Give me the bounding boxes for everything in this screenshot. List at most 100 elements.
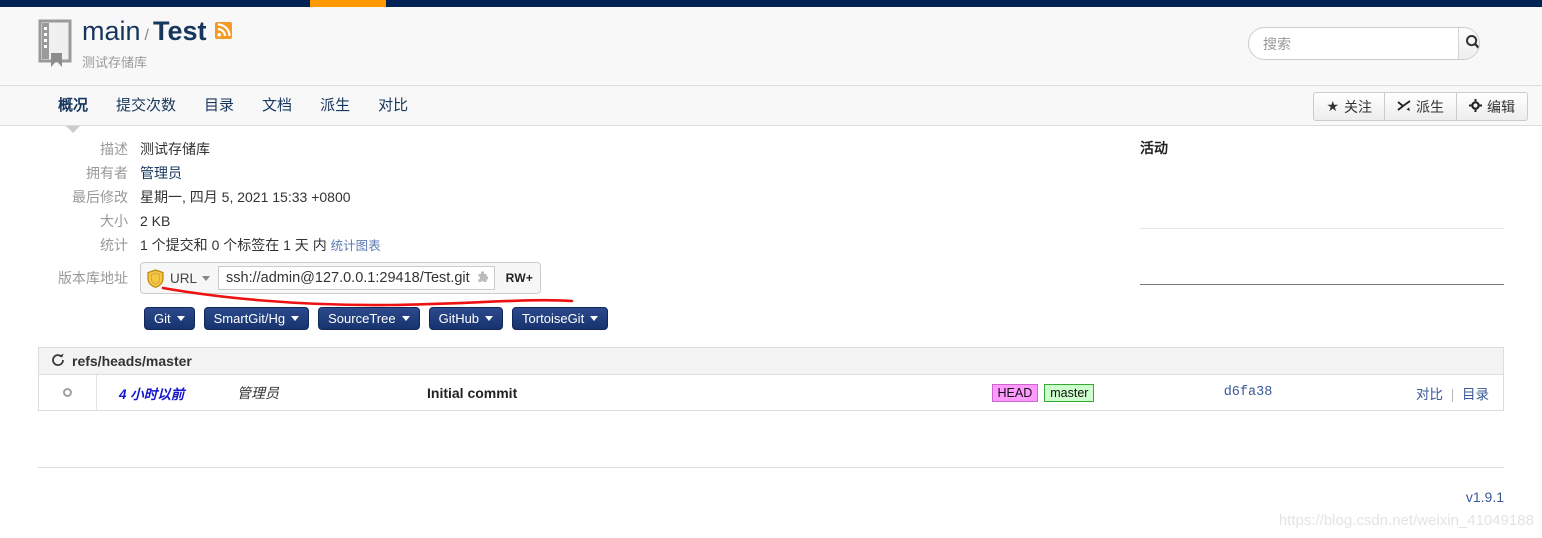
commit-message[interactable]: Initial commit — [417, 385, 943, 401]
status-badge-branch[interactable]: master — [1044, 383, 1095, 402]
commit-table-branch-ref: refs/heads/master — [72, 353, 192, 369]
commit-author: 管理员 — [237, 384, 279, 401]
client-button-git-label: Git — [154, 311, 171, 326]
info-value-owner[interactable]: 管理员 — [140, 162, 182, 184]
url-protocol-label: URL — [170, 270, 198, 286]
tab-docs[interactable]: 文档 — [248, 86, 306, 126]
tab-tree[interactable]: 目录 — [190, 86, 248, 126]
client-button-smartgit[interactable]: SmartGit/Hg — [203, 307, 310, 330]
info-label-size: 大小 — [100, 213, 128, 229]
client-button-smartgit-label: SmartGit/Hg — [213, 311, 286, 326]
info-value-description: 测试存储库 — [140, 141, 210, 157]
info-label-last-change: 最后修改 — [72, 189, 128, 205]
commit-diff-link[interactable]: 对比 — [1416, 387, 1443, 402]
chevron-down-icon — [401, 316, 410, 321]
commit-tree-link[interactable]: 目录 — [1462, 387, 1489, 402]
app-version-link[interactable]: v1.9.1 — [1466, 489, 1504, 505]
client-button-sourcetree-label: SourceTree — [328, 311, 396, 326]
url-text-value[interactable]: ssh://admin@127.0.0.1:29418/Test.git — [226, 270, 470, 286]
page-header: main / Test 测试存储库 — [0, 7, 1542, 85]
fork-button[interactable]: 派生 — [1385, 92, 1457, 121]
commit-table-header: refs/heads/master — [39, 348, 1503, 375]
navigation-bar: 概况 提交次数 目录 文档 派生 对比 ★ 关注 派生 编辑 — [0, 85, 1542, 133]
repository-info-table: 描述 测试存储库 拥有者 管理员 最后修改 星期一, 四月 5, 2021 15… — [0, 138, 700, 259]
info-row-description: 描述 测试存储库 — [0, 138, 700, 160]
search-icon — [1465, 34, 1479, 53]
activity-panel-title: 活动 — [1140, 140, 1168, 156]
tab-list: 概况 提交次数 目录 文档 派生 对比 — [44, 86, 422, 133]
info-label-description: 描述 — [100, 141, 128, 157]
url-input-group: URL ssh://admin@127.0.0.1:29418/Test.git… — [140, 262, 542, 294]
repo-title-block: main / Test 测试存储库 — [82, 16, 232, 71]
link-separator: | — [1450, 386, 1455, 402]
info-label-stats: 统计 — [100, 237, 128, 253]
repository-book-icon — [38, 19, 72, 69]
git-client-buttons: Git SmartGit/Hg SourceTree GitHub Tortoi… — [144, 307, 609, 330]
table-row[interactable]: 4 小时以前 管理员 Initial commit HEAD master d6… — [39, 375, 1503, 410]
breadcrumb-separator: / — [144, 27, 149, 44]
footer-divider — [38, 467, 1504, 468]
url-row-label: 版本库地址 — [58, 270, 128, 286]
watermark-text: https://blog.csdn.net/weixin_41049188 — [1278, 512, 1534, 529]
tab-compare[interactable]: 对比 — [364, 86, 422, 126]
fork-icon — [1397, 99, 1411, 115]
info-value-last-change: 星期一, 四月 5, 2021 15:33 +0800 — [140, 189, 351, 205]
stats-text: 1 个提交和 0 个标签在 1 天 内 — [140, 237, 327, 253]
activity-panel: 活动 — [1140, 138, 1504, 285]
activity-divider-light — [1140, 228, 1504, 229]
watch-button-label: 关注 — [1344, 98, 1372, 115]
client-button-tortoisegit-label: TortoiseGit — [522, 311, 585, 326]
repo-description-subtitle: 测试存储库 — [82, 55, 148, 70]
info-row-last-change: 最后修改 星期一, 四月 5, 2021 15:33 +0800 — [0, 186, 700, 208]
star-icon: ★ — [1326, 98, 1339, 114]
commit-hash[interactable]: d6fa38 — [1143, 385, 1353, 400]
chevron-down-icon — [590, 316, 599, 321]
client-button-git[interactable]: Git — [144, 307, 195, 330]
info-value-stats: 1 个提交和 0 个标签在 1 天 内 统计图表 — [140, 234, 381, 257]
stats-chart-link[interactable]: 统计图表 — [331, 239, 381, 253]
edit-button-label: 编辑 — [1487, 98, 1515, 115]
info-label-owner: 拥有者 — [86, 165, 128, 181]
top-accent-segment — [310, 0, 386, 7]
tab-commits[interactable]: 提交次数 — [102, 86, 190, 126]
client-button-github[interactable]: GitHub — [428, 307, 504, 330]
tab-overview[interactable]: 概况 — [44, 86, 102, 133]
edit-button[interactable]: 编辑 — [1457, 92, 1528, 121]
search-box[interactable] — [1248, 27, 1480, 60]
commit-date[interactable]: 4 小时以前 — [97, 383, 227, 403]
refresh-icon[interactable] — [51, 353, 65, 370]
page-root: main / Test 测试存储库 搜索 概况 提交次数 目录 文档 派生 对比… — [0, 0, 1542, 538]
shield-icon — [147, 268, 164, 288]
tab-forks[interactable]: 派生 — [306, 86, 364, 126]
breadcrumb-repo[interactable]: Test — [153, 16, 207, 46]
watch-button[interactable]: ★ 关注 — [1313, 92, 1385, 121]
top-accent-bar — [0, 0, 1542, 7]
info-row-owner: 拥有者 管理员 — [0, 162, 700, 184]
search-button[interactable] — [1458, 28, 1479, 59]
url-protocol-dropdown[interactable]: URL — [170, 271, 218, 286]
client-button-sourcetree[interactable]: SourceTree — [318, 307, 420, 330]
client-button-tortoisegit[interactable]: TortoiseGit — [512, 307, 609, 330]
breadcrumb: main / Test — [82, 16, 232, 51]
breadcrumb-owner[interactable]: main — [82, 16, 141, 46]
chevron-down-icon — [176, 316, 185, 321]
chevron-down-icon — [291, 316, 300, 321]
permission-badge: RW+ — [505, 271, 534, 285]
commit-ref-badges: HEAD master — [943, 383, 1143, 402]
url-field[interactable]: ssh://admin@127.0.0.1:29418/Test.git — [218, 266, 495, 290]
activity-divider-dark — [1140, 284, 1504, 285]
chevron-down-icon — [202, 275, 211, 281]
client-button-github-label: GitHub — [438, 311, 480, 326]
search-input[interactable] — [1249, 28, 1458, 59]
commit-table: refs/heads/master 4 小时以前 管理员 Initial com… — [38, 347, 1504, 411]
status-badge-head[interactable]: HEAD — [991, 383, 1039, 402]
info-row-stats: 统计 1 个提交和 0 个标签在 1 天 内 统计图表 — [0, 234, 700, 257]
info-value-size: 2 KB — [140, 213, 171, 229]
gear-icon — [1469, 98, 1482, 115]
puzzle-piece-icon[interactable] — [475, 270, 490, 286]
commit-row-links: 对比 | 目录 — [1353, 383, 1503, 403]
repository-url-row: 版本库地址 URL ssh://admin@127.0.0.1:29418/Te… — [0, 262, 542, 294]
chevron-down-icon — [485, 316, 494, 321]
rss-feed-icon[interactable] — [214, 15, 232, 39]
commit-node-icon — [39, 375, 97, 410]
